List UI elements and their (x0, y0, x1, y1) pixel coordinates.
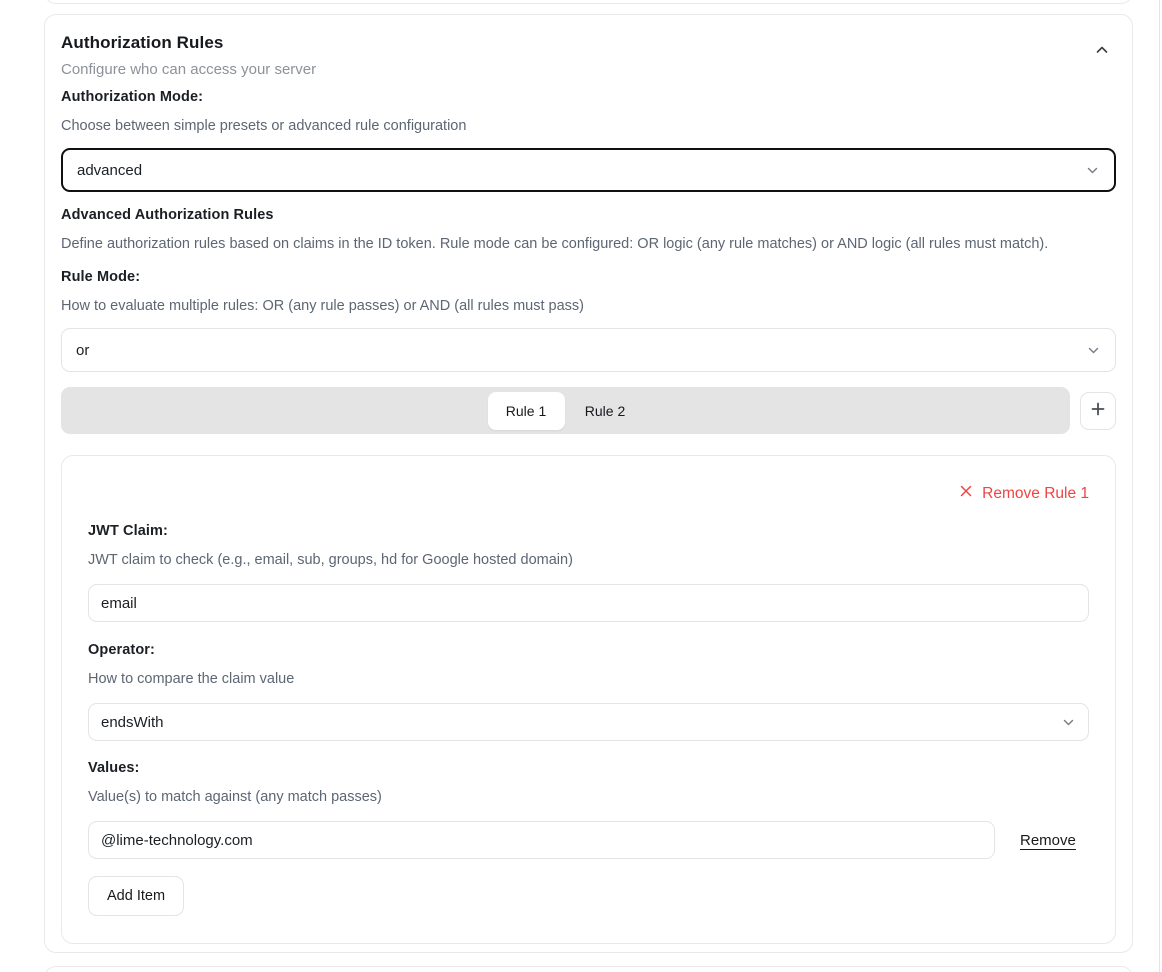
authorization-mode-label: Authorization Mode: (61, 87, 1116, 107)
rule-tabs-bar: Rule 1 Rule 2 (61, 387, 1070, 434)
add-rule-button[interactable] (1080, 392, 1116, 430)
advanced-rules-description: Define authorization rules based on clai… (61, 234, 1116, 254)
jwt-claim-label: JWT Claim: (88, 521, 1089, 541)
values-label: Values: (88, 758, 1089, 778)
rule-mode-label: Rule Mode: (61, 267, 1116, 287)
rule-1-card: Remove Rule 1 JWT Claim: JWT claim to ch… (61, 455, 1116, 944)
rule-tabs-row: Rule 1 Rule 2 (61, 387, 1116, 434)
rule-mode-select[interactable]: or (61, 328, 1116, 372)
add-item-button[interactable]: Add Item (88, 876, 184, 916)
chevron-up-icon (1095, 43, 1109, 60)
advanced-rules-label: Advanced Authorization Rules (61, 205, 1116, 225)
collapse-section-button[interactable] (1088, 37, 1116, 65)
viewport-edge-divider (1159, 0, 1160, 972)
values-description: Value(s) to match against (any match pas… (88, 787, 1089, 807)
close-icon (959, 484, 973, 503)
value-item-row: Remove (88, 821, 1089, 859)
section-title: Authorization Rules (61, 31, 316, 55)
authorization-mode-description: Choose between simple presets or advance… (61, 116, 1116, 136)
authorization-mode-value: advanced (77, 162, 142, 179)
card-header-text: Authorization Rules Configure who can ac… (61, 31, 316, 81)
operator-description: How to compare the claim value (88, 669, 1089, 689)
tab-rule-2[interactable]: Rule 2 (567, 392, 644, 430)
authorization-rules-card: Authorization Rules Configure who can ac… (44, 14, 1133, 953)
next-card-edge (44, 966, 1133, 972)
tab-rule-1[interactable]: Rule 1 (488, 392, 565, 430)
section-subtitle: Configure who can access your server (61, 59, 316, 81)
chevron-down-icon (1085, 163, 1100, 178)
authorization-mode-select[interactable]: advanced (61, 148, 1116, 192)
operator-select[interactable]: endsWith (88, 703, 1089, 741)
remove-value-link[interactable]: Remove (1020, 832, 1076, 849)
rule-mode-description: How to evaluate multiple rules: OR (any … (61, 296, 1116, 316)
remove-rule-button[interactable]: Remove Rule 1 (959, 484, 1089, 503)
operator-value: endsWith (101, 714, 164, 731)
jwt-claim-description: JWT claim to check (e.g., email, sub, gr… (88, 550, 1089, 570)
previous-card-edge (44, 0, 1133, 4)
plus-icon (1090, 401, 1106, 420)
operator-label: Operator: (88, 640, 1089, 660)
remove-rule-row: Remove Rule 1 (88, 484, 1089, 503)
chevron-down-icon (1086, 343, 1101, 358)
remove-rule-label: Remove Rule 1 (982, 485, 1089, 503)
jwt-claim-input[interactable] (88, 584, 1089, 622)
chevron-down-icon (1061, 715, 1076, 730)
value-input[interactable] (88, 821, 995, 859)
rule-mode-value: or (76, 342, 89, 359)
card-header: Authorization Rules Configure who can ac… (61, 31, 1116, 81)
